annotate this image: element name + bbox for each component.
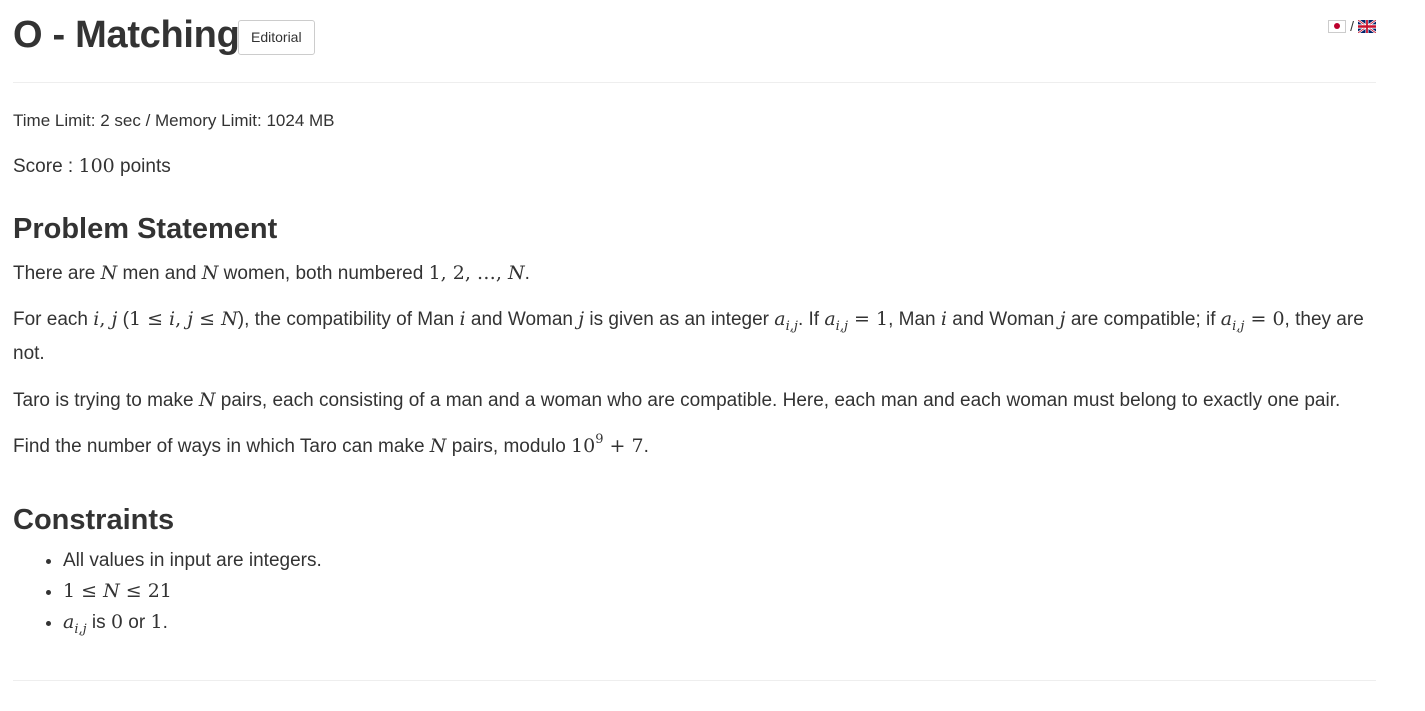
editorial-button[interactable]: Editorial: [238, 20, 315, 55]
task-header: O - Matching Editorial /: [13, 0, 1376, 83]
list-item: All values in input are integers.: [63, 546, 322, 576]
page-title: O - Matching: [13, 14, 240, 56]
list-item: 1 ≤ N ≤ 21: [63, 576, 322, 607]
task-page: O - Matching Editorial / Time Limit: 2 s…: [13, 0, 1376, 681]
language-switcher: /: [1328, 18, 1376, 34]
constraints-heading: Constraints: [13, 504, 175, 536]
problem-paragraph-3: Taro is trying to make N pairs, each con…: [13, 389, 1341, 411]
problem-statement-heading: Problem Statement: [13, 213, 278, 245]
list-item: ai,j is 0 or 1.: [63, 607, 322, 638]
problem-paragraph-2: For each i, j (1 ≤ i, j ≤ N), the compat…: [13, 308, 1364, 364]
constraints-list: All values in input are integers. 1 ≤ N …: [13, 546, 322, 638]
problem-paragraph-1: There are N men and N women, both number…: [13, 262, 530, 284]
problem-paragraph-4: Find the number of ways in which Taro ca…: [13, 432, 649, 457]
score-value: 100: [78, 155, 115, 177]
score-line: Score : 100 points: [13, 155, 171, 178]
japan-flag-icon[interactable]: [1328, 19, 1347, 33]
lang-separator: /: [1350, 18, 1354, 34]
score-suffix: points: [114, 156, 171, 177]
score-prefix: Score :: [13, 156, 79, 177]
time-memory-limit: Time Limit: 2 sec / Memory Limit: 1024 M…: [13, 111, 335, 130]
section-divider: [13, 680, 1376, 681]
uk-flag-icon[interactable]: [1358, 19, 1376, 33]
